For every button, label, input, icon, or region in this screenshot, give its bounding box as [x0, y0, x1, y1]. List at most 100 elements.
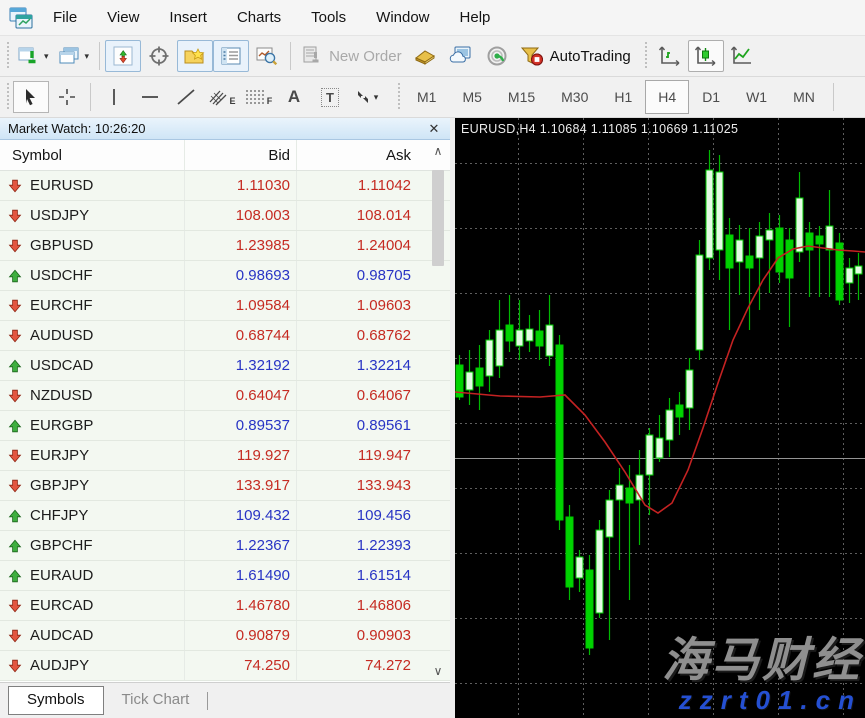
scrollbar-thumb[interactable]	[432, 170, 444, 266]
table-row[interactable]: EURUSD1.110301.11042	[0, 171, 450, 201]
trendline-icon	[176, 88, 196, 106]
table-row[interactable]: EURCHF1.095841.09603	[0, 291, 450, 321]
timeframe-m5[interactable]: M5	[449, 80, 494, 114]
chart-ohlc-header: EURUSD,H4 1.10684 1.11085 1.10669 1.1102…	[461, 122, 738, 136]
column-header-ask[interactable]: Ask	[297, 140, 415, 170]
bar-chart-button[interactable]	[652, 40, 688, 72]
scrollbar-track[interactable]	[430, 162, 446, 660]
menu-item-view[interactable]: View	[92, 9, 154, 26]
column-header-bid[interactable]: Bid	[185, 140, 297, 170]
symbol-label: EURGBP	[30, 417, 93, 434]
market-watch-titlebar[interactable]: Market Watch: 10:26:20 ✕	[0, 118, 450, 140]
table-row[interactable]: AUDJPY74.25074.272	[0, 651, 450, 681]
bid-value: 1.46780	[185, 591, 297, 620]
chart-panel[interactable]: EURUSD,H4 1.10684 1.11085 1.10669 1.1102…	[455, 118, 865, 718]
table-row[interactable]: NZDUSD0.640470.64067	[0, 381, 450, 411]
profiles-button[interactable]: ▾	[54, 40, 95, 72]
text-label-tool-button[interactable]: T	[312, 81, 348, 113]
table-row[interactable]: AUDCAD0.908790.90903	[0, 621, 450, 651]
table-row[interactable]: EURJPY119.927119.947	[0, 441, 450, 471]
timeframe-m30[interactable]: M30	[548, 80, 601, 114]
menu-item-window[interactable]: Window	[361, 9, 444, 26]
table-row[interactable]: EURAUD1.614901.61514	[0, 561, 450, 591]
ask-value: 0.68762	[297, 321, 415, 350]
signals-button[interactable]	[479, 40, 515, 72]
channel-tool-button[interactable]: E	[204, 81, 240, 113]
horizontal-line-tool-button[interactable]	[132, 81, 168, 113]
toolbar-gripper[interactable]	[5, 83, 10, 111]
line-chart-button[interactable]	[724, 40, 760, 72]
timeframe-d1[interactable]: D1	[689, 80, 733, 114]
table-row[interactable]: USDJPY108.003108.014	[0, 201, 450, 231]
timeframe-h4[interactable]: H4	[645, 80, 689, 114]
price-down-arrow-icon	[8, 479, 22, 493]
crosshair-tool-button[interactable]	[49, 81, 85, 113]
scrollbar[interactable]: ∧ ∨	[428, 140, 448, 682]
table-row[interactable]: GBPCHF1.223671.22393	[0, 531, 450, 561]
trendline-tool-button[interactable]	[168, 81, 204, 113]
chevron-down-icon[interactable]: ▾	[85, 52, 90, 61]
market-watch-toggle-button[interactable]	[105, 40, 141, 72]
market-button[interactable]	[407, 40, 443, 72]
timeframe-h1[interactable]: H1	[601, 80, 645, 114]
timeframe-mn[interactable]: MN	[780, 80, 828, 114]
timeframe-m15[interactable]: M15	[495, 80, 548, 114]
menu-item-tools[interactable]: Tools	[296, 9, 361, 26]
price-up-arrow-icon	[8, 539, 22, 553]
autotrading-button[interactable]: AutoTrading	[515, 40, 636, 72]
toolbar-gripper[interactable]	[5, 42, 10, 70]
bid-value: 0.98693	[185, 261, 297, 290]
strategy-tester-button[interactable]	[249, 40, 285, 72]
column-header-symbol[interactable]: Symbol	[0, 140, 185, 170]
tab-symbols[interactable]: Symbols	[8, 686, 104, 715]
table-row[interactable]: USDCHF0.986930.98705	[0, 261, 450, 291]
fibonacci-tool-button[interactable]: F	[240, 81, 276, 113]
table-row[interactable]: AUDUSD0.687440.68762	[0, 321, 450, 351]
navigator-button[interactable]	[177, 40, 213, 72]
terminal-button[interactable]	[213, 40, 249, 72]
text-tool-button[interactable]: A	[276, 81, 312, 113]
candlestick-series	[456, 150, 862, 655]
table-header-row: Symbol Bid Ask	[0, 140, 450, 171]
bid-value: 119.927	[185, 441, 297, 470]
community-button[interactable]	[443, 40, 479, 72]
scroll-down-icon[interactable]: ∨	[428, 660, 448, 682]
symbol-label: USDCHF	[30, 267, 93, 284]
toolbar-separator	[99, 42, 100, 70]
menu-item-insert[interactable]: Insert	[154, 9, 222, 26]
tab-tick-chart[interactable]: Tick Chart	[104, 686, 208, 714]
candlestick-chart[interactable]	[455, 118, 865, 718]
new-chart-button[interactable]: ▾	[13, 40, 54, 72]
ask-value: 119.947	[297, 441, 415, 470]
bid-value: 108.003	[185, 201, 297, 230]
close-icon[interactable]: ✕	[426, 121, 442, 137]
candlestick-chart-button[interactable]	[688, 40, 724, 72]
table-row[interactable]: USDCAD1.321921.32214	[0, 351, 450, 381]
scroll-up-icon[interactable]: ∧	[428, 140, 448, 162]
table-row[interactable]: CHFJPY109.432109.456	[0, 501, 450, 531]
chevron-down-icon[interactable]: ▾	[374, 93, 379, 102]
new-order-button[interactable]: New Order	[296, 40, 407, 72]
symbol-label: EURCHF	[30, 297, 93, 314]
market-watch-table: Symbol Bid Ask EURUSD1.110301.11042USDJP…	[0, 140, 450, 682]
toolbar-gripper[interactable]	[644, 42, 649, 70]
bid-value: 1.23985	[185, 231, 297, 260]
menu-item-file[interactable]: File	[38, 9, 92, 26]
crosshair-icon	[58, 88, 76, 106]
menu-item-help[interactable]: Help	[445, 9, 506, 26]
table-row[interactable]: GBPJPY133.917133.943	[0, 471, 450, 501]
table-row[interactable]: EURGBP0.895370.89561	[0, 411, 450, 441]
timeframe-m1[interactable]: M1	[404, 80, 449, 114]
candlestick-chart-icon	[694, 45, 718, 67]
vertical-line-tool-button[interactable]	[96, 81, 132, 113]
data-window-button[interactable]	[141, 40, 177, 72]
toolbar-gripper[interactable]	[396, 83, 401, 111]
cursor-tool-button[interactable]	[13, 81, 49, 113]
timeframe-w1[interactable]: W1	[733, 80, 780, 114]
toolbar-separator	[290, 42, 291, 70]
table-row[interactable]: GBPUSD1.239851.24004	[0, 231, 450, 261]
table-row[interactable]: EURCAD1.467801.46806	[0, 591, 450, 621]
chevron-down-icon[interactable]: ▾	[44, 52, 49, 61]
arrows-tool-button[interactable]: ▾	[348, 81, 384, 113]
menu-item-charts[interactable]: Charts	[222, 9, 296, 26]
